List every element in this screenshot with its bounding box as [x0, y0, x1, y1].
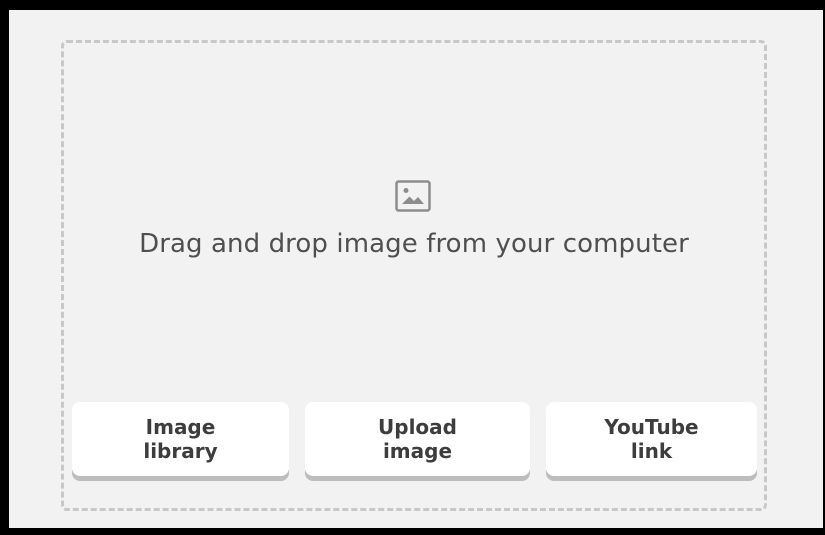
upload-image-button[interactable]: Upload image	[305, 402, 530, 476]
media-upload-panel: Drag and drop image from your computer I…	[9, 10, 823, 528]
youtube-link-button[interactable]: YouTube link	[546, 402, 757, 476]
image-dropzone[interactable]: Drag and drop image from your computer I…	[61, 40, 767, 511]
image-library-label: Image library	[143, 415, 218, 463]
image-library-button[interactable]: Image library	[72, 402, 289, 476]
upload-image-label: Upload image	[378, 415, 457, 463]
youtube-link-label: YouTube link	[604, 415, 699, 463]
image-icon	[395, 180, 431, 212]
dropzone-instruction: Drag and drop image from your computer	[139, 229, 689, 259]
